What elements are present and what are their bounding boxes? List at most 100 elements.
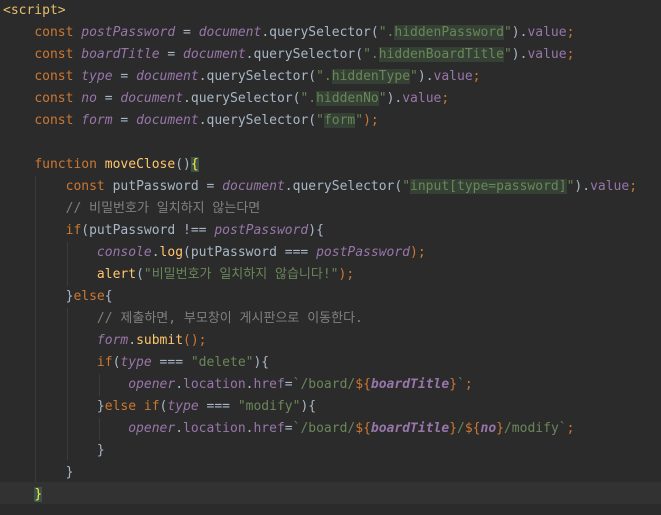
code-token: hiddenPassword (394, 25, 504, 40)
code-token: postPassword (316, 245, 411, 260)
code-line[interactable]: opener.location.href=`/board/${boardTitl… (3, 418, 574, 440)
code-token: " (410, 69, 418, 84)
code-line[interactable]: const putPassword = document.querySelect… (3, 176, 637, 198)
code-token: .querySelector( (183, 91, 301, 106)
code-token: ; (566, 421, 575, 436)
code-token: // 비밀번호가 일치하지 않는다면 (65, 201, 261, 216)
code-token: (putPassword !== (81, 223, 215, 238)
code-token: = (175, 25, 199, 40)
code-token: ); (363, 113, 379, 128)
code-token: .querySelector( (284, 179, 403, 194)
code-line[interactable]: // 제출하면, 부모창이 게시판으로 이동한다. (3, 308, 363, 330)
code-token: ". (363, 47, 379, 62)
code-token: const (65, 179, 113, 194)
code-token: const (34, 113, 82, 128)
code-token: input[type=password] (410, 179, 567, 194)
code-line[interactable]: // 비밀번호가 일치하지 않는다면 (3, 198, 261, 220)
code-line[interactable]: const postPassword = document.querySelec… (3, 22, 574, 44)
code-token: ). (511, 47, 528, 62)
code-line[interactable]: const type = document.querySelector(".hi… (3, 66, 481, 88)
code-token: === (198, 399, 238, 414)
code-token: ". (378, 25, 395, 40)
code-token: `/board/ (292, 421, 356, 436)
code-token: postPassword (81, 25, 176, 40)
code-token: } (96, 443, 105, 458)
code-token: ); (410, 245, 426, 260)
code-token: else (73, 289, 105, 304)
code-token: "delete" (190, 355, 254, 370)
code-token: { (104, 289, 113, 304)
code-token: no (81, 91, 97, 106)
code-token: " (402, 179, 411, 194)
code-token: ; (441, 91, 450, 106)
code-token: ). (511, 25, 528, 40)
code-token: .querySelector( (261, 25, 379, 40)
code-token: ${ (355, 421, 371, 436)
code-token: ; (464, 377, 473, 392)
code-line[interactable]: } (3, 440, 105, 462)
code-token: value (527, 47, 567, 62)
code-line[interactable]: if(putPassword !== postPassword){ (3, 220, 324, 242)
code-token: ` (457, 377, 465, 392)
code-token: } (34, 487, 43, 502)
code-token: = (284, 421, 293, 436)
code-token: boardTitle (370, 377, 450, 392)
code-token: hiddenType (331, 69, 411, 84)
current-line-highlight (0, 482, 661, 504)
code-line[interactable]: function moveClose(){ (3, 154, 199, 176)
code-line[interactable]: } (3, 462, 74, 484)
code-token: ; (629, 179, 638, 194)
code-token: " (355, 113, 364, 128)
code-token: if (96, 355, 113, 370)
code-token: moveClose (104, 157, 176, 172)
code-token: } (449, 421, 458, 436)
code-token: /modify` (503, 421, 567, 436)
code-line[interactable]: if(type === "delete"){ (3, 352, 269, 374)
code-token: document (136, 113, 199, 128)
code-line[interactable]: console.log(putPassword === postPassword… (3, 242, 426, 264)
code-line[interactable]: alert("비밀번호가 일치하지 않습니다!"); (3, 264, 354, 286)
code-token: "비밀번호가 일치하지 않습니다!" (143, 267, 339, 282)
code-token: ){ (308, 223, 324, 238)
code-token: ); (338, 267, 355, 282)
code-token: form (323, 113, 356, 128)
code-line[interactable]: const boardTitle = document.querySelecto… (3, 44, 574, 66)
code-token: const (34, 91, 82, 106)
code-token: value (433, 69, 473, 84)
code-token: function (34, 157, 105, 172)
code-line[interactable]: } (3, 484, 43, 506)
code-token: ". (300, 91, 317, 106)
code-editor[interactable]: <script> const postPassword = document.q… (0, 0, 661, 515)
code-token: = (159, 47, 184, 62)
code-line[interactable]: const no = document.querySelector(".hidd… (3, 88, 449, 110)
code-token: boardTitle (370, 421, 450, 436)
code-line[interactable]: opener.location.href=`/board/${boardTitl… (3, 374, 473, 396)
code-token: putPassword = (112, 179, 223, 194)
code-line[interactable]: <script> (3, 0, 66, 22)
code-token: `/board/ (292, 377, 356, 392)
code-token: " (503, 47, 512, 62)
code-token: ){ (253, 355, 270, 370)
code-token: " (378, 91, 387, 106)
code-line[interactable]: form.submit(); (3, 330, 207, 352)
code-token: (); (183, 333, 207, 348)
code-token: === (151, 355, 191, 370)
code-token: hiddenBoardTitle (378, 47, 504, 62)
code-token: ( (136, 267, 144, 282)
code-token: () (175, 157, 191, 172)
code-token: location (183, 377, 246, 392)
code-token: = (112, 113, 137, 128)
code-line[interactable]: }else{ (3, 286, 113, 308)
code-line[interactable]: const form = document.querySelector("for… (3, 110, 379, 132)
code-line[interactable]: }else if(type === "modify"){ (3, 396, 316, 418)
code-token: location (183, 421, 246, 436)
